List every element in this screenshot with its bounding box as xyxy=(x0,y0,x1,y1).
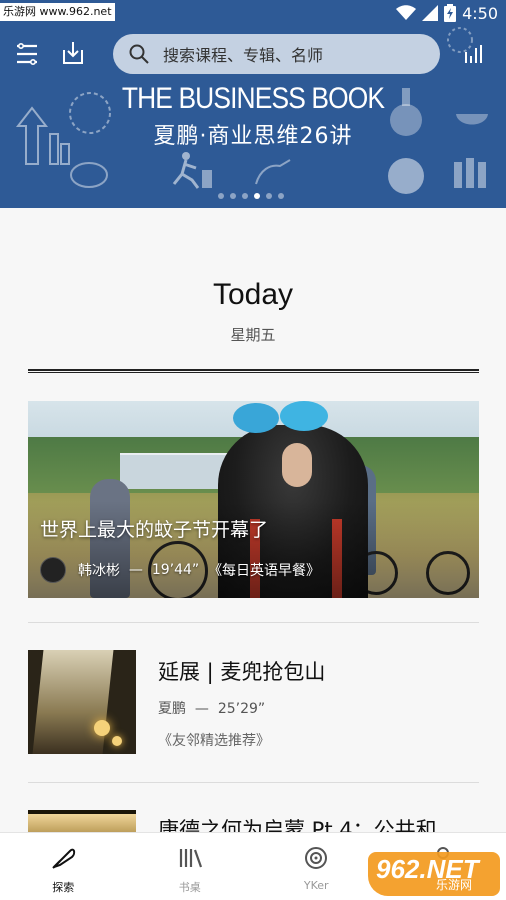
nav-label: 探索 xyxy=(52,881,75,894)
carousel-dot[interactable] xyxy=(266,193,272,199)
nav-label: 书桌 xyxy=(178,881,201,894)
list-item-title: 康德之何为启蒙 Pt.4：公共和 xyxy=(158,818,437,832)
watermark-badge: 962.NET 乐游网 xyxy=(368,852,500,896)
featured-album: 《每日英语早餐》 xyxy=(208,563,321,579)
watermark-label: 乐游网 www.962.net xyxy=(0,3,115,21)
featured-card[interactable]: 世界上最大的蚊子节开幕了 韩冰彬 — 19’44” 《每日英语早餐》 xyxy=(28,401,479,598)
nav-tab-desk[interactable]: 书桌 xyxy=(127,833,254,900)
nav-tab-explore[interactable]: 探索 xyxy=(0,833,127,900)
signal-icon xyxy=(422,5,439,21)
featured-duration: 19’44” xyxy=(151,562,200,578)
feather-pen-icon xyxy=(52,848,76,869)
section-divider xyxy=(28,369,479,373)
search-icon xyxy=(129,44,149,64)
meta-gap xyxy=(199,562,208,578)
list-item-title: 延展 | 麦兜抢包山 xyxy=(158,660,326,684)
search-placeholder: 搜索课程、专辑、名师 xyxy=(163,46,324,65)
nav-label: YKer xyxy=(303,879,329,892)
carousel-dot-active[interactable] xyxy=(254,193,260,199)
featured-title: 世界上最大的蚊子节开幕了 xyxy=(40,519,269,541)
search-bar[interactable]: 搜索课程、专辑、名师 xyxy=(113,34,440,74)
banner[interactable]: 乐游网 www.962.net 4:50 搜索课程、专辑、名师 THE BUSI… xyxy=(0,0,506,208)
day-title: Today xyxy=(212,278,294,311)
menu-icon[interactable] xyxy=(14,42,40,66)
doodle-big-ideas-icon xyxy=(386,154,426,198)
carousel-dot[interactable] xyxy=(230,193,236,199)
list-item-album: 《友邻精选推荐》 xyxy=(158,733,270,749)
list-item-thumbnail xyxy=(28,650,136,754)
download-icon[interactable] xyxy=(60,40,86,66)
carousel-dots xyxy=(218,193,284,199)
status-time: 4:50 xyxy=(462,3,498,23)
carousel-dot[interactable] xyxy=(218,193,224,199)
screen: 乐游网 www.962.net 4:50 搜索课程、专辑、名师 THE BUSI… xyxy=(0,0,506,900)
doodle-bottles-icon xyxy=(450,150,496,190)
feed: Today 星期五 世界上最大的蚊子节开幕了 韩冰彬 — 19’44” 《每日英… xyxy=(0,208,506,832)
featured-meta: 韩冰彬 — 19’44” 《每日英语早餐》 xyxy=(40,557,320,583)
doodle-hand-icon xyxy=(250,150,296,190)
wifi-icon xyxy=(396,5,417,20)
carousel-dot[interactable] xyxy=(278,193,284,199)
target-circle-icon xyxy=(305,847,328,869)
list-item-author: 夏鹏 xyxy=(158,701,186,717)
divider xyxy=(28,622,479,623)
bar-chart-icon[interactable] xyxy=(463,44,485,64)
doodle-runner-icon xyxy=(168,150,214,190)
battery-icon xyxy=(444,4,457,22)
carousel-dot[interactable] xyxy=(242,193,248,199)
banner-title: THE BUSINESS BOOK xyxy=(121,82,385,115)
bookshelf-icon xyxy=(179,849,202,868)
list-item-meta: 夏鹏 — 25’29” xyxy=(158,701,266,717)
banner-subtitle: 夏鹏·商业思维26讲 xyxy=(153,124,353,149)
list-item[interactable]: 延展 | 麦兜抢包山 夏鹏 — 25’29” 《友邻精选推荐》 xyxy=(28,650,479,754)
watermark-text: 乐游网 xyxy=(436,878,473,892)
list-item-thumbnail xyxy=(28,810,136,832)
divider xyxy=(28,782,479,783)
avatar xyxy=(40,557,66,583)
status-icons: 4:50 xyxy=(396,3,498,23)
meta-dash: — xyxy=(120,562,152,578)
list-item-duration: 25’29” xyxy=(217,701,266,717)
nav-tab-yker[interactable]: YKer xyxy=(253,833,380,900)
day-weekday: 星期五 xyxy=(230,326,276,344)
featured-author: 韩冰彬 xyxy=(78,563,120,579)
status-bar: 乐游网 www.962.net 4:50 xyxy=(0,0,506,26)
doodle-cloud-icon xyxy=(68,160,110,190)
list-item[interactable]: 康德之何为启蒙 Pt.4：公共和 xyxy=(28,810,479,832)
